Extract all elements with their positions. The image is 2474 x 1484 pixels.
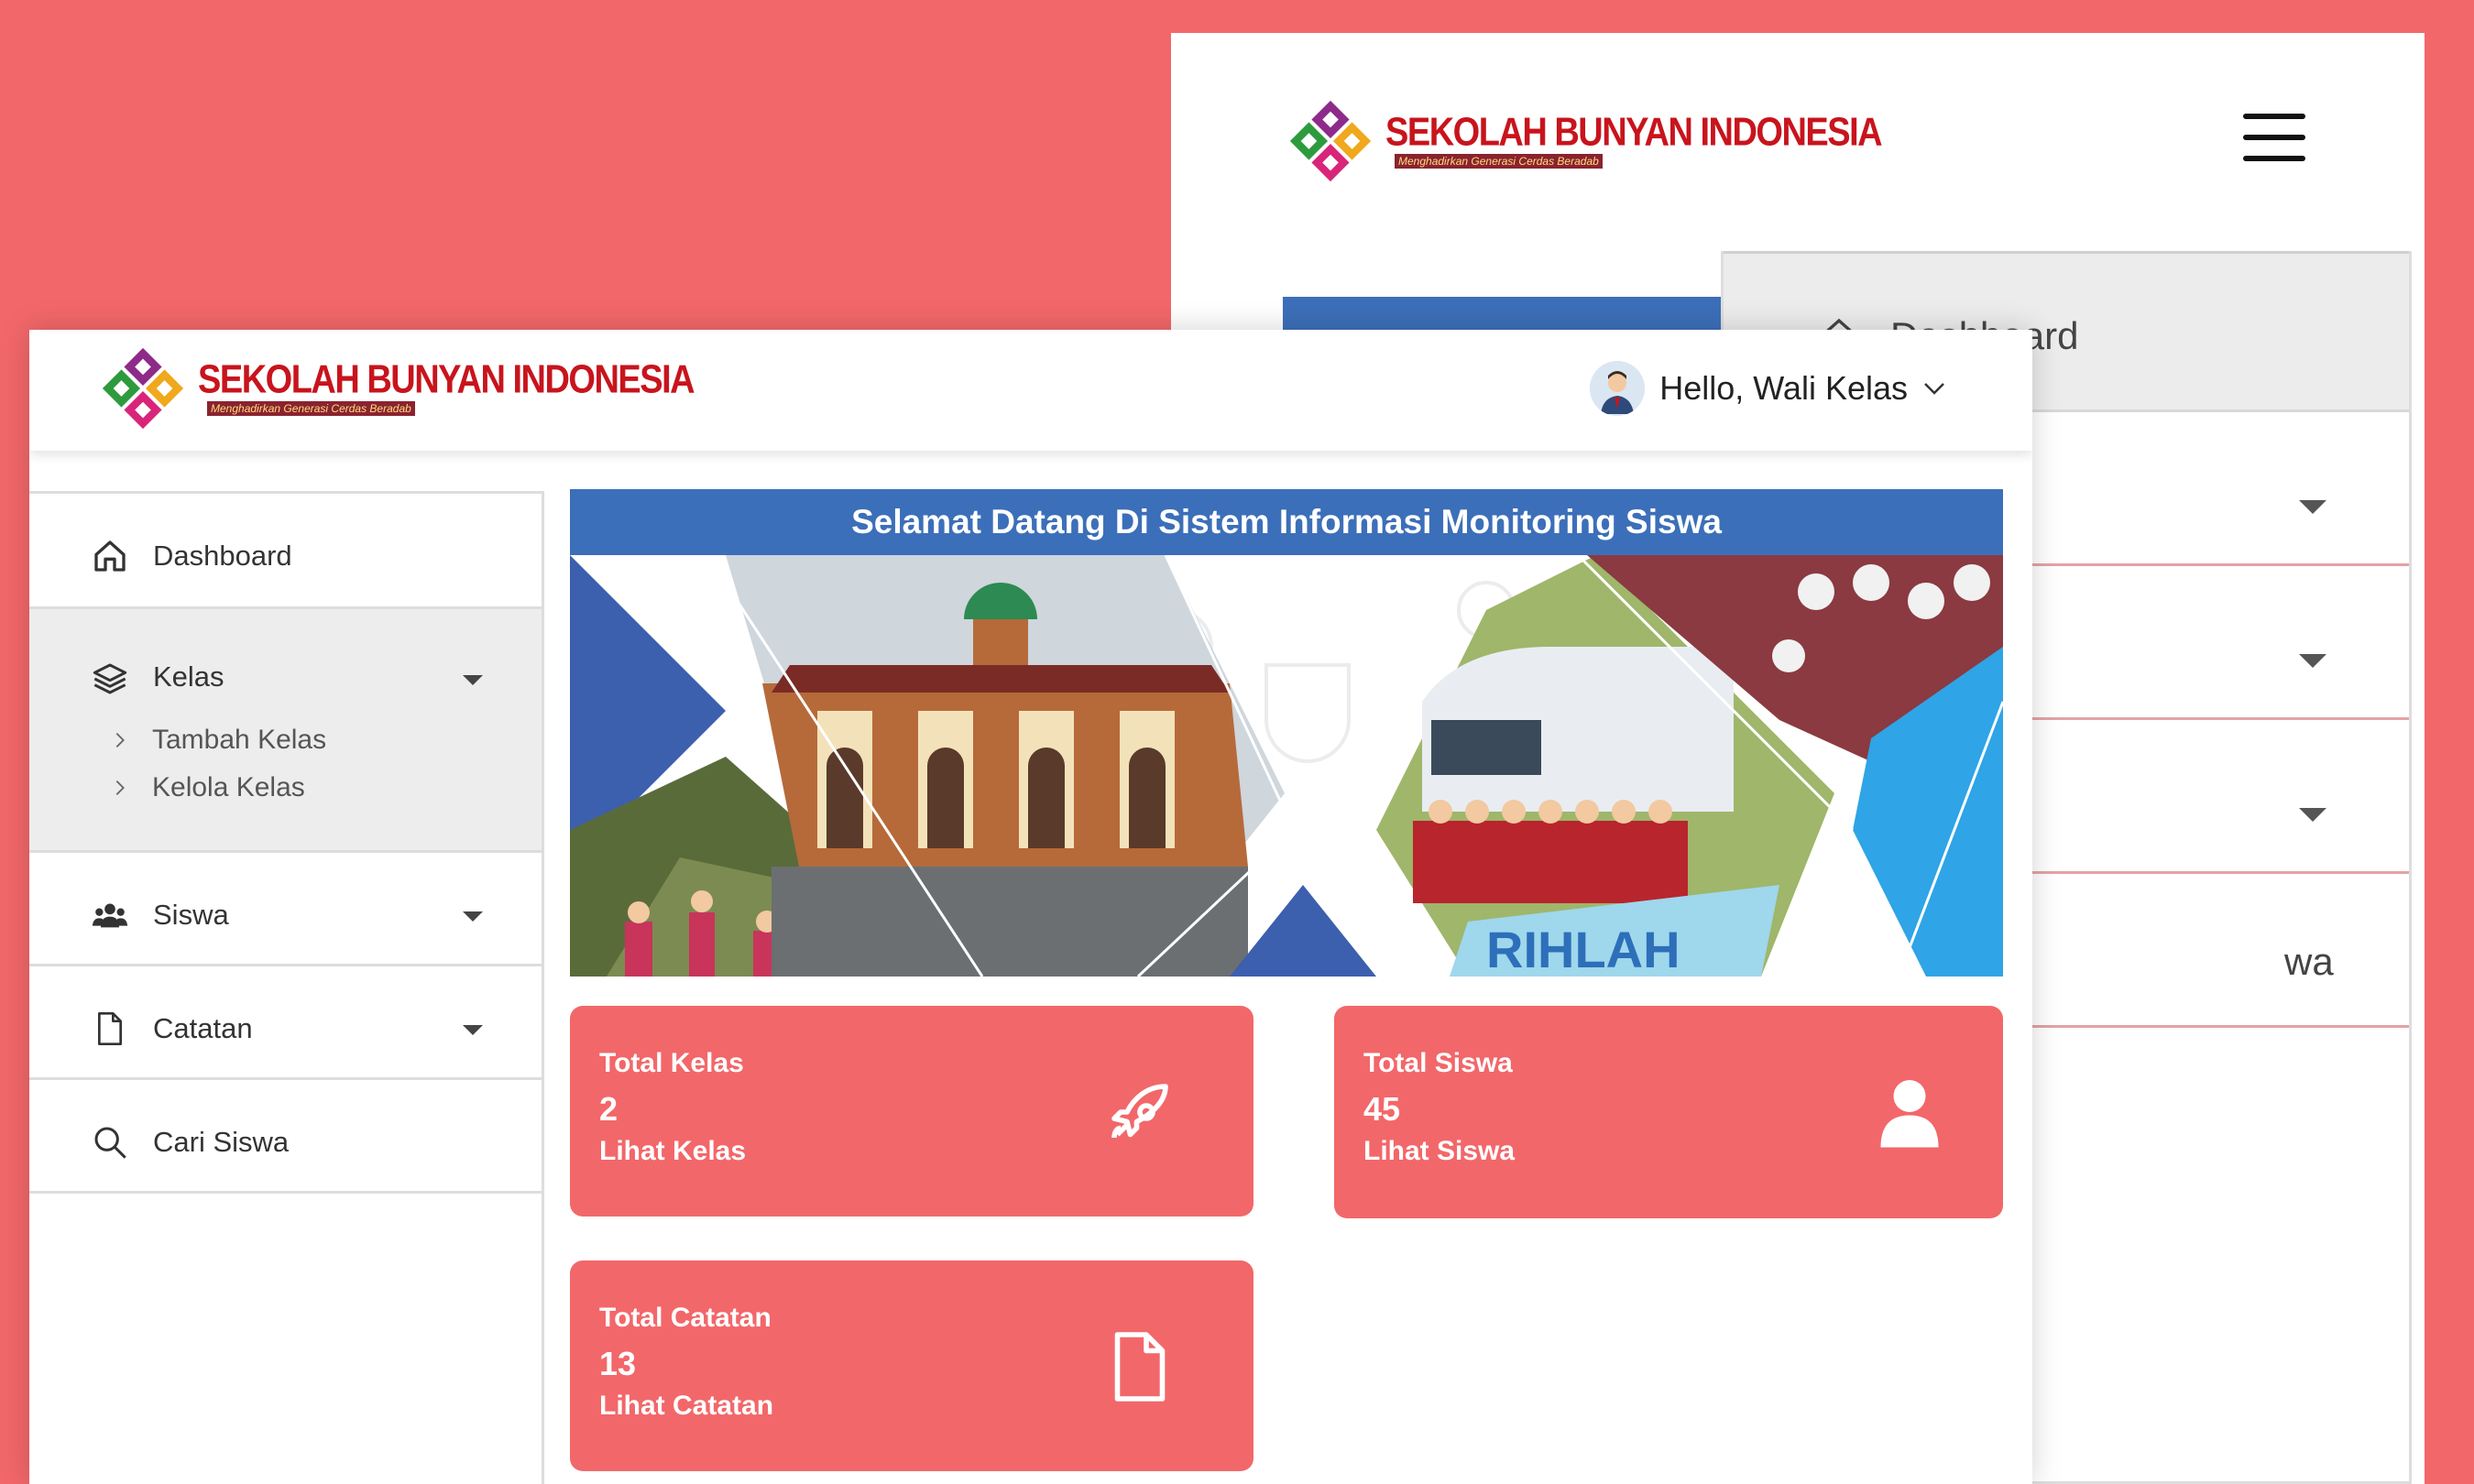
card-label: Total Siswa: [1363, 1048, 1513, 1078]
sidebar-item-cari-siswa[interactable]: Cari Siswa: [29, 1080, 542, 1194]
home-icon: [94, 540, 126, 572]
top-header: SEKOLAH BUNYAN INDONESIA Menghadirkan Ge…: [29, 330, 2032, 451]
sidebar-item-label: Kelas: [153, 660, 224, 693]
card-value: 45: [1363, 1090, 1401, 1128]
document-icon: [98, 1012, 122, 1045]
caret-down-icon[interactable]: [463, 675, 483, 685]
chevron-right-icon: [115, 780, 125, 795]
card-total-kelas[interactable]: Total Kelas 2 Lihat Kelas: [570, 1006, 1253, 1217]
logo-mark-icon: [1289, 100, 1372, 182]
caret-down-icon: [2299, 654, 2326, 668]
user-avatar-icon: [1590, 361, 1646, 416]
card-link[interactable]: Lihat Catatan: [599, 1391, 773, 1422]
sidebar-subitem-kelola-kelas[interactable]: Kelola Kelas: [110, 772, 305, 803]
sidebar-subitem-label: Tambah Kelas: [152, 725, 327, 755]
sidebar-subitem-tambah-kelas[interactable]: Tambah Kelas: [110, 725, 326, 756]
logo-mark-icon: [102, 347, 184, 430]
sidebar-subitem-label: Kelola Kelas: [152, 772, 305, 802]
card-label: Total Kelas: [599, 1048, 744, 1078]
banner-title: Selamat Datang Di Sistem Informasi Monit…: [570, 489, 2003, 555]
sidebar-item-label: Cari Siswa: [153, 1126, 290, 1158]
sidebar-item-kelas[interactable]: Kelas Tambah Kelas Kelola Kelas: [29, 609, 542, 853]
chevron-right-icon: [115, 733, 125, 747]
brand-logo[interactable]: SEKOLAH BUNYAN INDONESIA Menghadirkan Ge…: [1283, 93, 1883, 189]
sidebar: Dashboard Kelas Tambah Kelas Kelola Kela…: [29, 491, 544, 1484]
layers-icon: [93, 663, 127, 694]
card-value: 13: [599, 1345, 637, 1382]
rocket-icon: [1111, 1084, 1168, 1139]
user-greeting: Hello, Wali Kelas: [1659, 369, 1908, 407]
sidebar-item-label: Dashboard: [153, 540, 292, 572]
desktop-window: SEKOLAH BUNYAN INDONESIA Menghadirkan Ge…: [29, 330, 2032, 1484]
file-icon: [1114, 1332, 1166, 1402]
card-label: Total Catatan: [599, 1303, 772, 1333]
person-icon: [1880, 1080, 1939, 1148]
user-menu[interactable]: Hello, Wali Kelas: [1590, 361, 1948, 416]
brand-logo[interactable]: SEKOLAH BUNYAN INDONESIA Menghadirkan Ge…: [95, 341, 695, 436]
card-value: 2: [599, 1090, 618, 1128]
hamburger-menu-icon[interactable]: [2243, 114, 2305, 161]
caret-down-icon: [2299, 808, 2326, 822]
caret-down-icon: [2299, 500, 2326, 514]
sidebar-item-label: Siswa: [153, 899, 229, 931]
sidebar-item-label: Catatan: [153, 1012, 253, 1044]
sidebar-item-siswa[interactable]: Siswa: [29, 853, 542, 966]
welcome-banner: Selamat Datang Di Sistem Informasi Monit…: [570, 489, 2003, 977]
card-link[interactable]: Lihat Kelas: [599, 1136, 746, 1167]
sidebar-item-dashboard[interactable]: Dashboard: [29, 494, 542, 609]
brand-name: SEKOLAH BUNYAN INDONESIA: [1385, 110, 1883, 155]
card-link[interactable]: Lihat Siswa: [1363, 1136, 1515, 1167]
card-total-siswa[interactable]: Total Siswa 45 Lihat Siswa: [1334, 1006, 2003, 1218]
caret-down-icon[interactable]: [463, 911, 483, 922]
chevron-down-icon[interactable]: [1921, 375, 1948, 402]
users-icon: [92, 903, 128, 928]
caret-down-icon[interactable]: [463, 1025, 483, 1035]
sidebar-item-catatan[interactable]: Catatan: [29, 966, 542, 1080]
main-content: Selamat Datang Di Sistem Informasi Monit…: [570, 489, 2003, 1471]
card-total-catatan[interactable]: Total Catatan 13 Lihat Catatan: [570, 1260, 1253, 1471]
search-icon: [94, 1127, 126, 1159]
brand-name: SEKOLAH BUNYAN INDONESIA: [198, 357, 695, 402]
banner-rihlah-text: RIHLAH: [1486, 921, 1680, 977]
banner-photo-collage: RIHLAH: [570, 555, 2003, 977]
